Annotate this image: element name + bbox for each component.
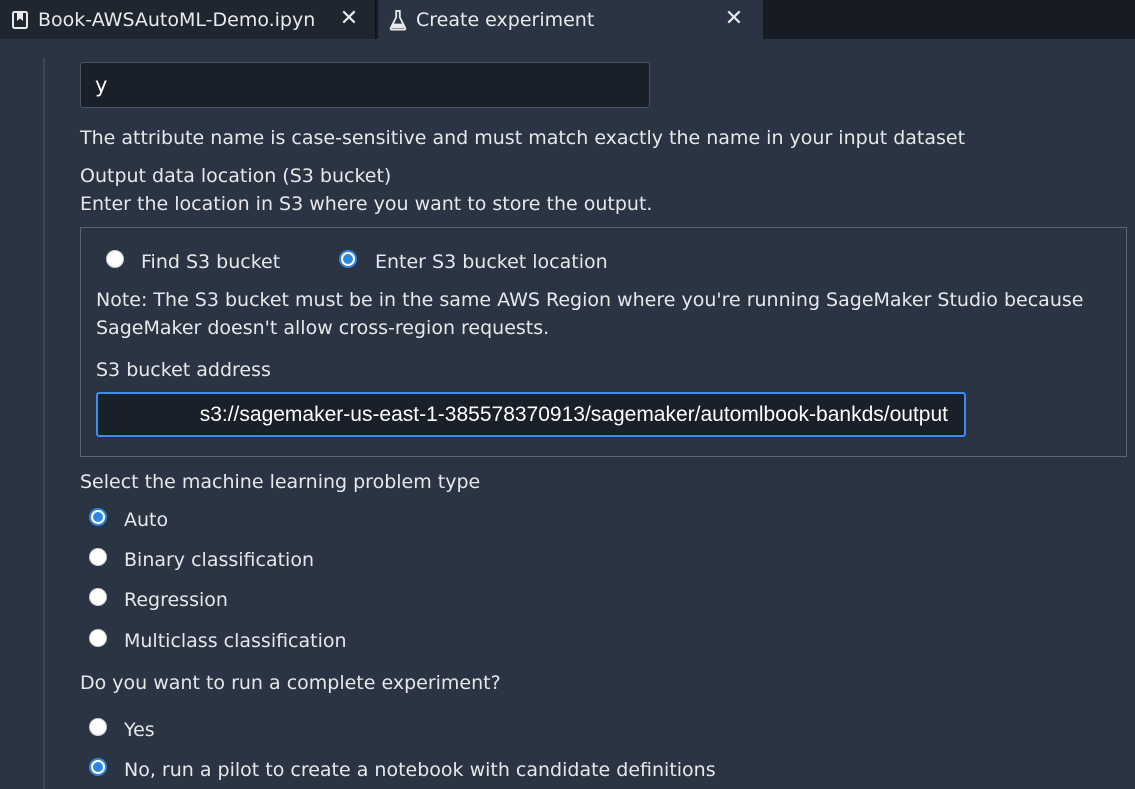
- close-icon[interactable]: ✕: [721, 6, 747, 32]
- tab-create-experiment-label: Create experiment: [416, 8, 595, 31]
- s3-region-note-line1: Note: The S3 bucket must be in the same …: [96, 289, 1084, 311]
- s3-bucket-address-input[interactable]: s3://sagemaker-us-east-1-385578370913/sa…: [96, 392, 966, 437]
- problem-type-auto-label[interactable]: Auto: [124, 509, 168, 531]
- problem-type-multiclass-label[interactable]: Multiclass classification: [124, 630, 347, 652]
- radio-regression[interactable]: [89, 588, 107, 606]
- s3-bucket-address-label: S3 bucket address: [96, 359, 271, 381]
- problem-type-binary-label[interactable]: Binary classification: [124, 549, 314, 571]
- complete-experiment-yes-label[interactable]: Yes: [124, 719, 155, 741]
- radio-find-s3-bucket[interactable]: [106, 250, 124, 268]
- radio-auto[interactable]: [89, 508, 107, 526]
- complete-experiment-pilot-label[interactable]: No, run a pilot to create a notebook wit…: [124, 759, 716, 781]
- problem-type-title: Select the machine learning problem type: [80, 471, 481, 493]
- s3-region-note-line2: SageMaker doesn't allow cross-region req…: [96, 317, 550, 339]
- radio-yes[interactable]: [89, 718, 107, 736]
- find-s3-bucket-label[interactable]: Find S3 bucket: [141, 251, 280, 273]
- target-attribute-input[interactable]: y: [80, 62, 650, 108]
- complete-experiment-title: Do you want to run a complete experiment…: [80, 672, 501, 694]
- radio-binary-classification[interactable]: [89, 548, 107, 566]
- enter-s3-location-label[interactable]: Enter S3 bucket location: [375, 251, 608, 273]
- problem-type-regression-label[interactable]: Regression: [124, 589, 228, 611]
- radio-pilot[interactable]: [89, 758, 107, 776]
- tab-notebook-label: Book-AWSAutoML-Demo.ipyn: [38, 8, 316, 31]
- bookmark-icon: [10, 9, 30, 31]
- radio-enter-s3-location[interactable]: [339, 250, 357, 268]
- close-icon[interactable]: ✕: [336, 6, 362, 32]
- target-attribute-help: The attribute name is case-sensitive and…: [80, 127, 966, 149]
- tab-bar: Book-AWSAutoML-Demo.ipyn ✕ Create experi…: [0, 0, 1135, 39]
- output-location-title: Output data location (S3 bucket): [80, 165, 392, 187]
- flask-icon: [388, 9, 408, 31]
- tab-notebook[interactable]: Book-AWSAutoML-Demo.ipyn ✕: [0, 0, 376, 39]
- radio-multiclass-classification[interactable]: [89, 629, 107, 647]
- output-location-subtitle: Enter the location in S3 where you want …: [80, 193, 653, 215]
- tab-create-experiment[interactable]: Create experiment ✕: [378, 0, 763, 39]
- left-rail-divider: [43, 58, 45, 789]
